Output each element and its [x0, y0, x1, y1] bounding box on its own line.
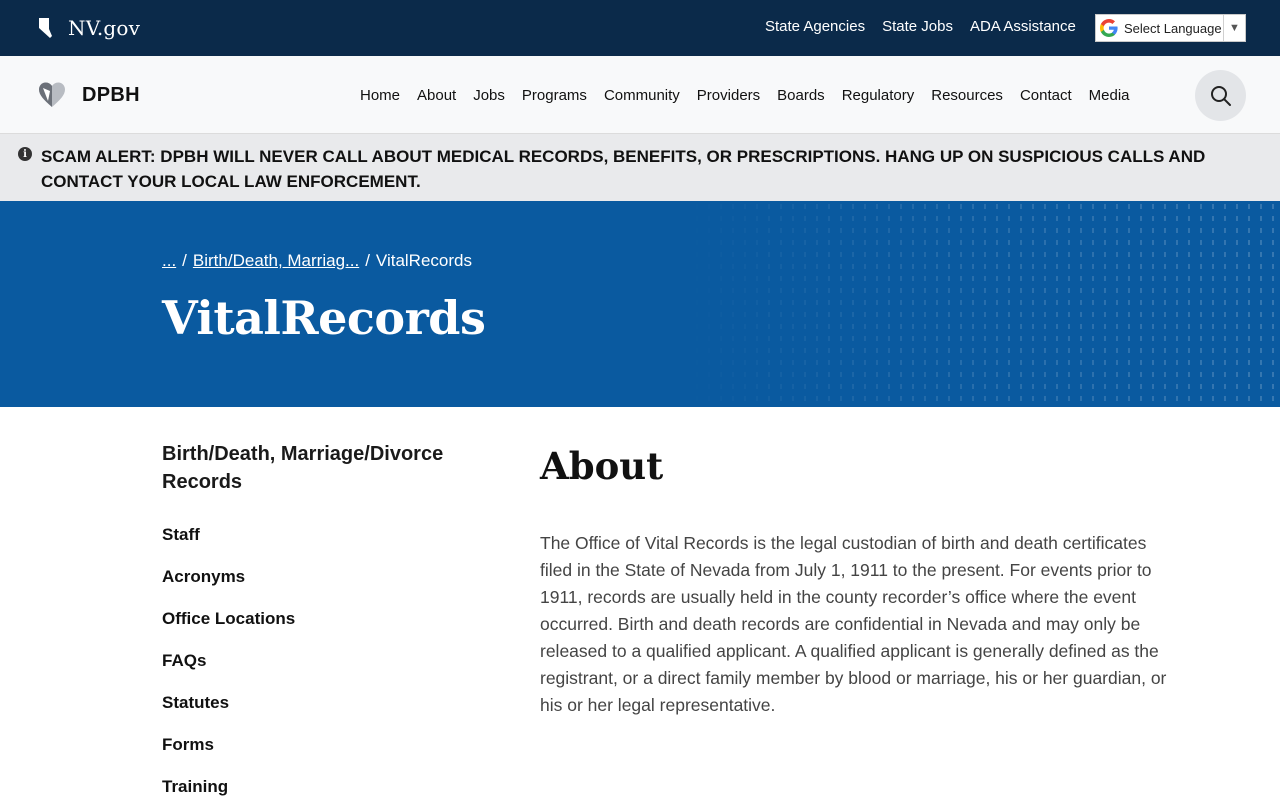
sidebar-item-statutes[interactable]: Statutes: [162, 692, 482, 734]
dpbh-logo-link[interactable]: DPBH: [38, 81, 140, 109]
breadcrumb-ellipsis-link[interactable]: ...: [162, 251, 176, 271]
page-hero: ... / Birth/Death, Marriag... / VitalRec…: [0, 201, 1280, 407]
breadcrumb: ... / Birth/Death, Marriag... / VitalRec…: [162, 251, 472, 271]
nav-home[interactable]: Home: [360, 87, 400, 104]
sidebar-item-office-locations[interactable]: Office Locations: [162, 608, 482, 650]
sidebar-item-faqs[interactable]: FAQs: [162, 650, 482, 692]
utility-links: State Agencies State Jobs ADA Assistance: [765, 18, 1076, 35]
sidebar-title: Birth/Death, Marriage/Divorce Records: [162, 443, 444, 493]
content-paragraph: The Office of Vital Records is the legal…: [540, 533, 1167, 715]
nvgov-brand-link[interactable]: NV.gov: [38, 16, 140, 40]
nav-about[interactable]: About: [417, 87, 456, 104]
nav-community[interactable]: Community: [604, 87, 680, 104]
nav-boards[interactable]: Boards: [777, 87, 825, 104]
dpbh-logo-text: DPBH: [82, 83, 140, 106]
content-heading: About: [540, 444, 664, 488]
search-icon: [1210, 85, 1231, 106]
main-content: About The Office of Vital Records is the…: [540, 440, 1180, 719]
sidebar-menu: Staff Acronyms Office Locations FAQs Sta…: [162, 524, 482, 800]
section-sidebar: Birth/Death, Marriage/Divorce Records St…: [162, 440, 482, 800]
breadcrumb-current: VitalRecords: [375, 251, 472, 270]
language-select[interactable]: Select Language ▼: [1095, 14, 1246, 42]
nvgov-brand-text: NV.gov: [68, 16, 141, 40]
language-dropdown-caret-icon[interactable]: ▼: [1223, 15, 1245, 41]
breadcrumb-separator: /: [182, 251, 187, 270]
ada-assistance-link[interactable]: ADA Assistance: [970, 18, 1076, 35]
nav-media[interactable]: Media: [1089, 87, 1130, 104]
sidebar-item-staff[interactable]: Staff: [162, 524, 482, 566]
info-icon: i: [18, 147, 32, 161]
sidebar-item-acronyms[interactable]: Acronyms: [162, 566, 482, 608]
nav-resources[interactable]: Resources: [931, 87, 1003, 104]
primary-menu: Home About Jobs Programs Community Provi…: [360, 87, 1130, 104]
page-title: VitalRecords: [162, 291, 486, 345]
sidebar-item-training[interactable]: Training: [162, 776, 482, 800]
nav-providers[interactable]: Providers: [697, 87, 760, 104]
state-agencies-link[interactable]: State Agencies: [765, 18, 865, 35]
nevada-state-icon: [39, 18, 52, 38]
dpbh-heart-logo-icon: [39, 82, 65, 107]
nav-regulatory[interactable]: Regulatory: [842, 87, 915, 104]
scam-alert-banner: i SCAM ALERT: DPBH WILL NEVER CALL ABOUT…: [0, 134, 1280, 201]
google-icon: [1100, 19, 1118, 37]
decorative-dot-pattern: [680, 201, 1280, 407]
nav-jobs[interactable]: Jobs: [473, 87, 505, 104]
nav-programs[interactable]: Programs: [522, 87, 587, 104]
breadcrumb-birth-death-link[interactable]: Birth/Death, Marriag...: [193, 251, 359, 271]
state-top-bar: NV.gov State Agencies State Jobs ADA Ass…: [0, 0, 1280, 56]
breadcrumb-separator: /: [365, 251, 370, 270]
scam-alert-text: SCAM ALERT: DPBH WILL NEVER CALL ABOUT M…: [41, 147, 1206, 191]
language-select-label: Select Language: [1124, 20, 1222, 36]
nav-contact[interactable]: Contact: [1020, 87, 1072, 104]
main-navigation: DPBH Home About Jobs Programs Community …: [0, 56, 1280, 134]
sidebar-item-forms[interactable]: Forms: [162, 734, 482, 776]
state-jobs-link[interactable]: State Jobs: [882, 18, 953, 35]
search-button[interactable]: [1195, 70, 1246, 121]
